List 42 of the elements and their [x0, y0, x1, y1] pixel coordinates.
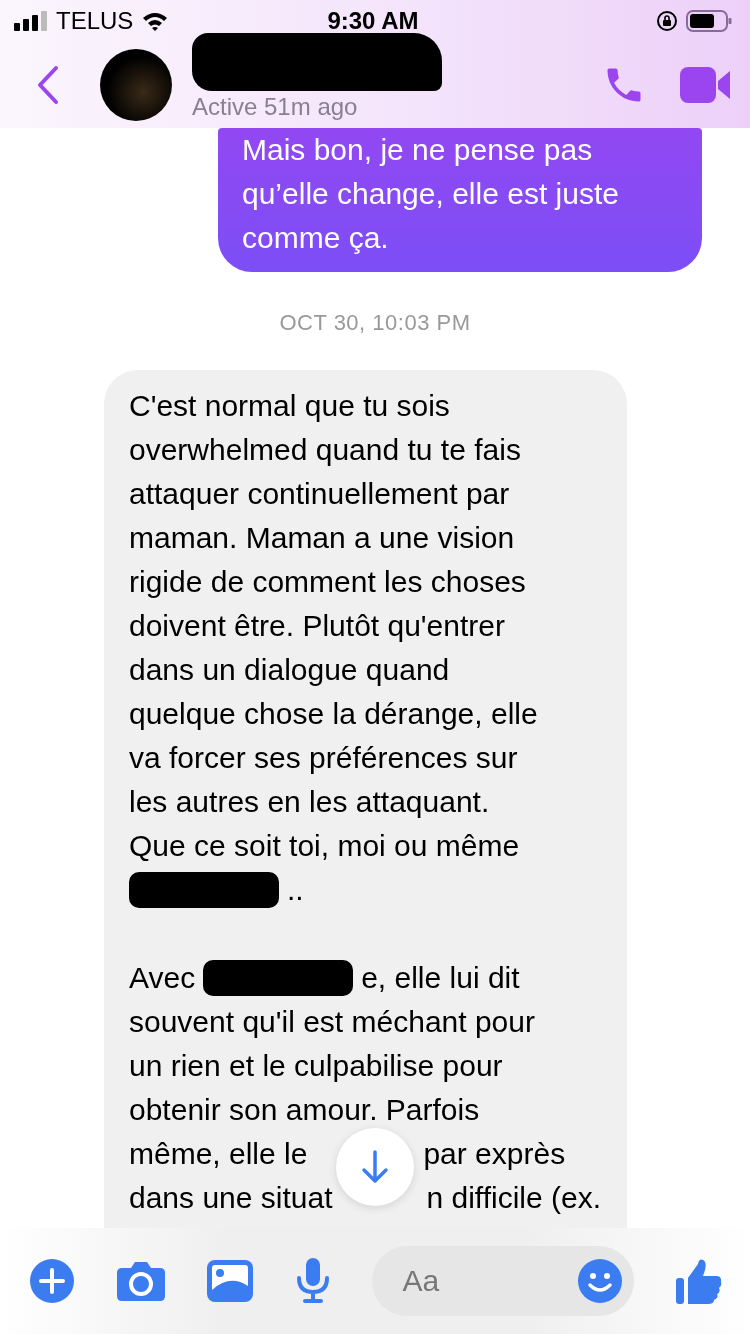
message-text: comme ça.: [242, 220, 390, 256]
message-text: par exprès: [423, 1136, 566, 1172]
arrow-down-icon: [360, 1149, 390, 1185]
back-button[interactable]: [36, 65, 60, 105]
message-text: overwhelmed quand tu te fais: [129, 432, 521, 468]
message-text: Mais bon, je ne pense pas: [242, 132, 594, 168]
camera-icon[interactable]: [115, 1260, 166, 1302]
message-text: quelque chose la dérange, elle: [129, 696, 538, 732]
message-text: ..: [287, 872, 304, 908]
active-status: Active 51m ago: [192, 93, 359, 121]
add-icon[interactable]: [30, 1259, 74, 1303]
message-text: les autres en les attaquant.: [129, 784, 490, 820]
carrier-name: TELUS: [56, 7, 134, 35]
emoji-icon[interactable]: [578, 1259, 623, 1303]
message-text: rigide de comment les choses: [129, 564, 526, 600]
rotation-lock-icon: [656, 10, 678, 32]
microphone-icon[interactable]: [294, 1258, 331, 1304]
image-icon[interactable]: [207, 1260, 254, 1302]
message-text: un rien et le culpabilise pour: [129, 1048, 503, 1084]
message-text: n difficile (ex.: [426, 1180, 601, 1216]
wifi-icon: [141, 11, 170, 31]
thumbs-up-icon[interactable]: [675, 1258, 722, 1304]
message-text: dans un dialogue quand: [129, 652, 450, 688]
message-text: dans une situat: [129, 1180, 333, 1216]
message-text: qu’elle change, elle est juste: [242, 176, 620, 212]
battery-icon: [686, 10, 732, 32]
message-text: Avec: [129, 960, 196, 996]
message-text: souvent qu'il est méchant pour: [129, 1004, 535, 1040]
message-input-field[interactable]: Aa: [372, 1246, 635, 1316]
message-text: Que ce soit toi, moi ou même: [129, 828, 520, 864]
timestamp: OCT 30, 10:03 PM: [279, 310, 471, 336]
video-call-button[interactable]: [680, 65, 732, 105]
message-text: maman. Maman a une vision: [129, 520, 515, 556]
message-text: C'est normal que tu sois: [129, 388, 450, 424]
message-text: e, elle lui dit: [361, 960, 520, 996]
message-text: attaquer continuellement par: [129, 476, 510, 512]
clock-time: 9:30 AM: [327, 7, 419, 35]
message-text: obtenir son amour. Parfois: [129, 1092, 480, 1128]
message-text: même, elle le: [129, 1136, 308, 1172]
signal-icon: [14, 11, 48, 31]
message-text: va forcer ses préférences sur: [129, 740, 518, 776]
message-text: doivent être. Plutôt qu'entrer: [129, 608, 505, 644]
